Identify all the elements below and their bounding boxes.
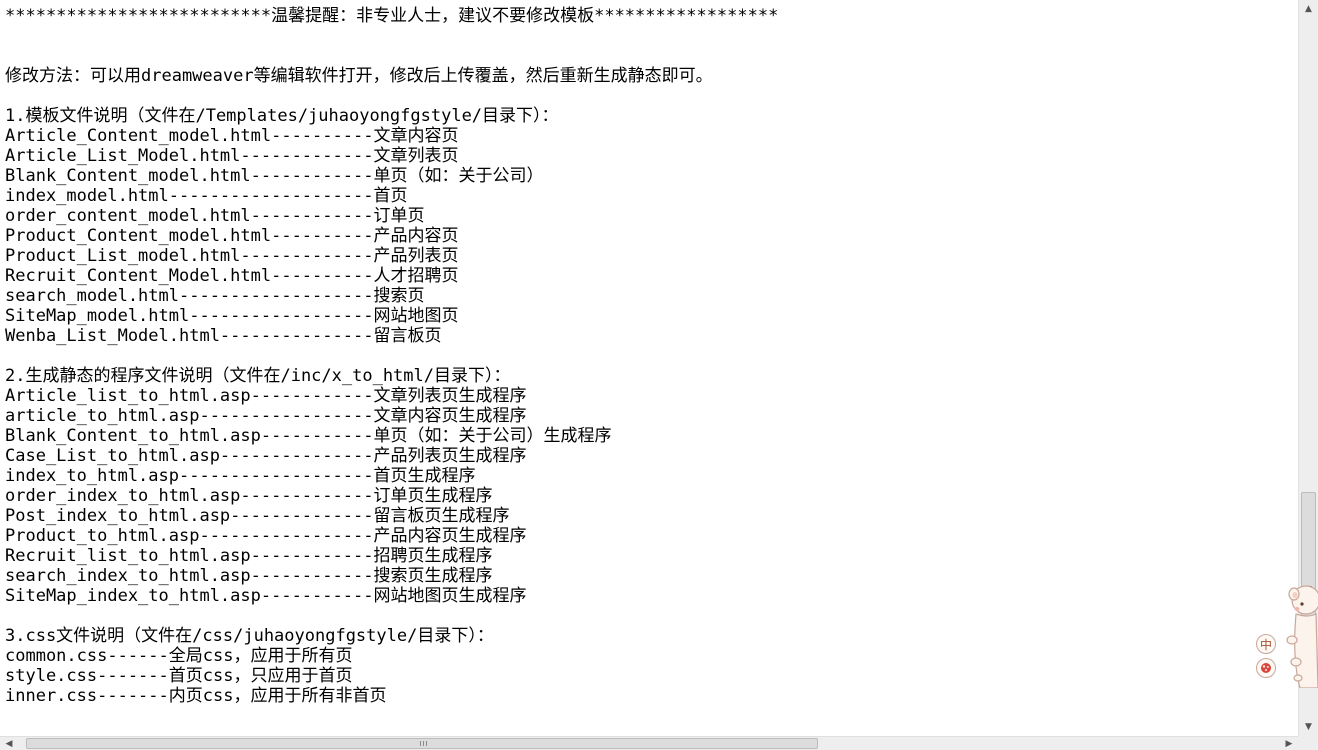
text-line: 3.css文件说明（文件在/css/juhaoyongfgstyle/目录下）： [5,626,494,646]
text-line: search_index_to_html.asp------------搜索页生… [5,566,493,586]
text-line [5,346,778,366]
text-line: 1.模板文件说明（文件在/Templates/juhaoyongfgstyle/… [5,106,559,126]
text-line: Article_Content_model.html----------文章内容… [5,126,459,146]
text-line: index_model.html--------------------首页 [5,186,408,206]
text-line: Product_Content_model.html----------产品内容… [5,226,459,246]
text-line: Article_List_Model.html-------------文章列表… [5,146,459,166]
text-line: search_model.html-------------------搜索页 [5,286,425,306]
horizontal-scrollbar[interactable]: ◀ ▶ [0,736,1298,750]
text-line: Recruit_list_to_html.asp------------招聘页生… [5,546,493,566]
text-line [5,46,778,66]
text-line [5,606,778,626]
plain-text-document: **************************温馨提醒：非专业人士，建议不… [5,6,778,706]
scroll-down-button[interactable]: ▼ [1299,718,1318,736]
text-line: Article_list_to_html.asp------------文章列表… [5,386,527,406]
text-line: order_content_model.html------------订单页 [5,206,425,226]
text-line: Blank_Content_model.html------------单页（如… [5,166,544,186]
scroll-left-button[interactable]: ◀ [0,737,18,750]
thumb-grip-line [420,741,421,746]
text-line: 2.生成静态的程序文件说明（文件在/inc/x_to_html/目录下）： [5,366,511,386]
text-viewport[interactable]: **************************温馨提醒：非专业人士，建议不… [0,0,1298,736]
palette-icon [1261,663,1271,673]
text-line: Product_to_html.asp-----------------产品内容… [5,526,527,546]
text-line: Product_List_model.html-------------产品列表… [5,246,459,266]
text-line: common.css------全局css，应用于所有页 [5,646,353,666]
scroll-right-button[interactable]: ▶ [1280,737,1298,750]
text-line: 修改方法：可以用dreamweaver等编辑软件打开，修改后上传覆盖，然后重新生… [5,66,713,86]
mascot-icon[interactable] [1278,578,1318,688]
text-line: Blank_Content_to_html.asp-----------单页（如… [5,426,612,446]
ime-language-toggle[interactable]: 中 [1256,634,1276,654]
text-line [5,86,778,106]
text-line: Post_index_to_html.asp--------------留言板页… [5,506,510,526]
text-line: inner.css-------内页css，应用于所有非首页 [5,686,387,706]
text-line: SiteMap_index_to_html.asp-----------网站地图… [5,586,527,606]
text-line: Case_List_to_html.asp---------------产品列表… [5,446,527,466]
text-line: SiteMap_model.html------------------网站地图… [5,306,459,326]
text-line: order_index_to_html.asp-------------订单页生… [5,486,493,506]
horizontal-scroll-thumb[interactable] [26,738,818,749]
text-line: Recruit_Content_Model.html----------人才招聘… [5,266,459,286]
text-line: index_to_html.asp-------------------首页生成… [5,466,476,486]
ime-skin-icon[interactable] [1256,658,1276,678]
text-line: **************************温馨提醒：非专业人士，建议不… [5,6,779,26]
scrollbar-corner [1298,736,1318,750]
thumb-grip-line [423,741,424,746]
text-line: Wenba_List_Model.html---------------留言板页 [5,326,442,346]
scroll-up-button[interactable]: ▲ [1299,0,1318,18]
text-line: article_to_html.asp-----------------文章内容… [5,406,527,426]
thumb-grip-line [426,741,427,746]
text-line [5,26,778,46]
text-line: style.css-------首页css，只应用于首页 [5,666,353,686]
